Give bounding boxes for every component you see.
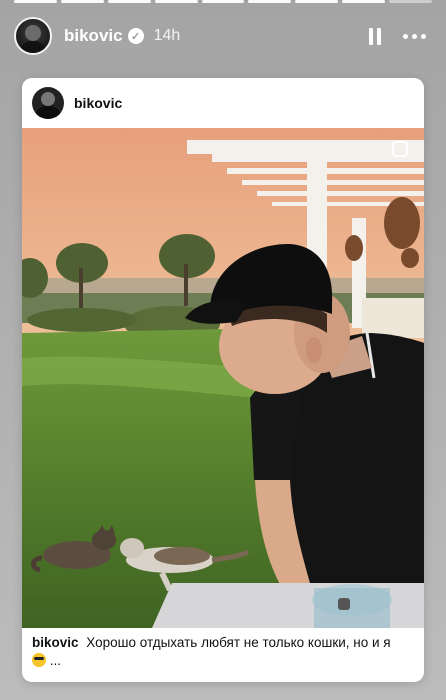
story-progress-bar xyxy=(14,0,433,3)
progress-segment xyxy=(248,0,292,3)
progress-segment xyxy=(201,0,245,3)
avatar[interactable] xyxy=(14,17,52,55)
caption-text: Хорошо отдыхать любят не только кошки, н… xyxy=(86,635,391,650)
more-options-icon[interactable] xyxy=(403,33,426,39)
pause-icon[interactable] xyxy=(369,27,381,45)
post-photo[interactable] xyxy=(22,128,424,628)
story-header: bikovic ✓ 14h xyxy=(14,14,432,58)
progress-segment xyxy=(154,0,198,3)
progress-segment xyxy=(295,0,339,3)
progress-segment xyxy=(60,0,104,3)
progress-segment xyxy=(342,0,386,3)
progress-segment xyxy=(14,0,57,3)
caption-ellipsis[interactable]: ... xyxy=(50,653,61,668)
post-username[interactable]: bikovic xyxy=(74,95,122,111)
story-timestamp: 14h xyxy=(153,27,181,44)
verified-badge-icon: ✓ xyxy=(127,28,144,44)
shared-post-card[interactable]: bikovic bikovic Хорошо отдыхать любят не… xyxy=(22,78,424,682)
story-username[interactable]: bikovic xyxy=(64,26,123,46)
progress-segment xyxy=(389,0,433,3)
post-caption: bikovic Хорошо отдыхать любят не только … xyxy=(32,634,414,670)
progress-segment xyxy=(107,0,151,3)
post-avatar[interactable] xyxy=(32,87,64,119)
post-header: bikovic xyxy=(22,78,424,128)
caption-username[interactable]: bikovic xyxy=(32,635,79,650)
photo-illustration xyxy=(22,128,424,628)
sunglasses-emoji-icon xyxy=(32,653,46,667)
